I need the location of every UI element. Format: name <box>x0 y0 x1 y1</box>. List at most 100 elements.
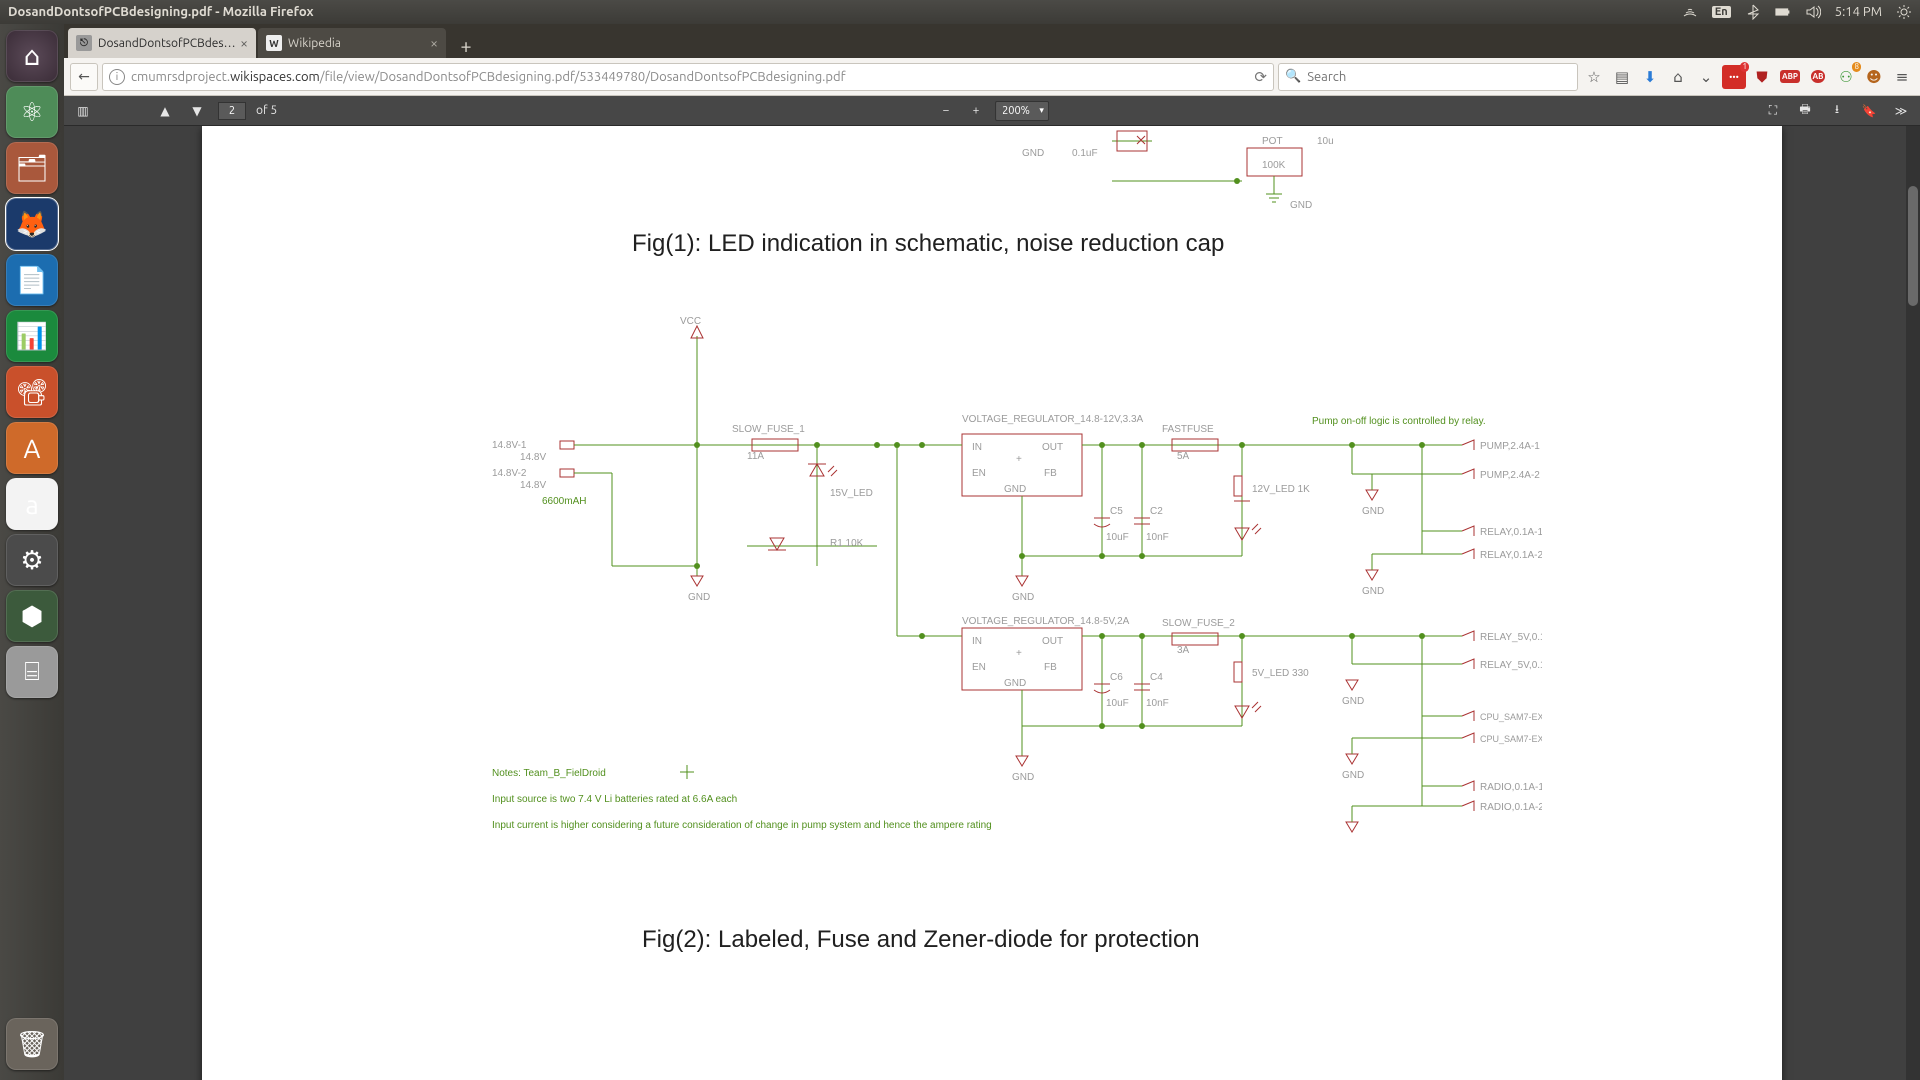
svg-text:14.8V-1: 14.8V-1 <box>492 440 527 451</box>
download-icon[interactable]: ⭳ <box>1826 100 1848 122</box>
page-up-icon[interactable]: ▲ <box>154 100 176 122</box>
presentation-icon[interactable]: ⛶ <box>1762 100 1784 122</box>
svg-text:10nF: 10nF <box>1146 698 1169 709</box>
window-title: DosandDontsofPCBdesigning.pdf - Mozilla … <box>8 5 314 19</box>
zoom-in-icon[interactable]: + <box>965 100 987 122</box>
launcher-calc[interactable]: 📊 <box>6 310 58 362</box>
svg-text:RELAY_5V,0.1A-2: RELAY_5V,0.1A-2 <box>1480 660 1542 671</box>
launcher-impress[interactable]: 📽 <box>6 366 58 418</box>
launcher-trash[interactable]: 🗑 <box>6 1018 58 1070</box>
abp2-icon[interactable]: AB <box>1806 65 1830 89</box>
close-icon[interactable]: × <box>430 35 438 51</box>
sidebar-toggle-icon[interactable]: ▥ <box>72 100 94 122</box>
svg-text:GND: GND <box>1362 506 1384 517</box>
launcher-software[interactable]: A <box>6 422 58 474</box>
schematic-fragment-top: GND 0.1uF POT 100K 10u GND <box>1022 126 1442 216</box>
downloads-icon[interactable]: ⬇ <box>1638 65 1662 89</box>
pocket-icon[interactable]: ⌄ <box>1694 65 1718 89</box>
svg-text:10nF: 10nF <box>1146 532 1169 543</box>
nav-toolbar: ← i cmumrsdproject.wikispaces.com/file/v… <box>64 58 1920 96</box>
volume-icon[interactable] <box>1805 4 1821 20</box>
svg-text:GND: GND <box>1342 770 1364 781</box>
launcher-writer[interactable]: 📄 <box>6 254 58 306</box>
tab-label: Wikipedia <box>288 37 341 50</box>
session-gear-icon[interactable] <box>1896 4 1912 20</box>
svg-text:15V_LED: 15V_LED <box>830 488 873 499</box>
greasemonkey-icon[interactable]: ☻ <box>1862 65 1886 89</box>
bookmark-star-icon[interactable]: ☆ <box>1582 65 1606 89</box>
svg-text:RADIO,0.1A-2: RADIO,0.1A-2 <box>1480 802 1542 813</box>
launcher-files[interactable]: 🗂 <box>6 142 58 194</box>
home-icon[interactable]: ⌂ <box>1666 65 1690 89</box>
site-info-icon[interactable]: i <box>109 69 125 85</box>
launcher-atom[interactable]: ⚛ <box>6 86 58 138</box>
clock[interactable]: 5:14 PM <box>1835 5 1882 19</box>
search-icon: 🔍 <box>1285 69 1301 84</box>
pdf-page: GND 0.1uF POT 100K 10u GND Fig(1): LED i… <box>202 126 1782 1080</box>
svg-text:14.8V: 14.8V <box>520 452 546 463</box>
svg-text:GND: GND <box>1004 678 1026 689</box>
svg-text:5V_LED 330: 5V_LED 330 <box>1252 668 1309 679</box>
network-icon[interactable] <box>1682 4 1698 20</box>
search-input[interactable] <box>1307 70 1571 84</box>
tools-icon[interactable]: ≫ <box>1890 100 1912 122</box>
bookmark-view-icon[interactable]: 🔖 <box>1858 100 1880 122</box>
svg-text:Input current is higher consid: Input current is higher considering a fu… <box>492 820 992 831</box>
svg-text:12V_LED 1K: 12V_LED 1K <box>1252 484 1310 495</box>
keyboard-lang[interactable]: En <box>1712 6 1731 18</box>
lastpass-icon[interactable]: •••1 <box>1722 65 1746 89</box>
tab-wikipedia[interactable]: W Wikipedia × <box>258 28 446 58</box>
battery-icon[interactable] <box>1775 4 1791 20</box>
svg-text:OUT: OUT <box>1042 636 1063 647</box>
svg-text:PUMP,2.4A-1: PUMP,2.4A-1 <box>1480 441 1540 452</box>
svg-text:IN: IN <box>972 636 982 647</box>
svg-text:VOLTAGE_REGULATOR_14.8-12V,3.3: VOLTAGE_REGULATOR_14.8-12V,3.3A <box>962 414 1144 425</box>
abp-icon[interactable]: ABP <box>1778 65 1802 89</box>
svg-text:VOLTAGE_REGULATOR_14.8-5V,2A: VOLTAGE_REGULATOR_14.8-5V,2A <box>962 616 1130 627</box>
launcher-disks[interactable]: ⌸ <box>6 646 58 698</box>
scrollbar-thumb[interactable] <box>1908 186 1918 306</box>
ublock-icon[interactable]: ⛊ <box>1750 65 1774 89</box>
launcher-amazon[interactable]: a <box>6 478 58 530</box>
pdf-favicon-icon: ⎋ <box>76 35 92 51</box>
launcher-node[interactable]: ⬢ <box>6 590 58 642</box>
scrollbar[interactable] <box>1906 126 1920 1080</box>
svg-text:3A: 3A <box>1177 645 1190 656</box>
svg-text:EN: EN <box>972 662 986 673</box>
svg-text:RELAY,0.1A-1: RELAY,0.1A-1 <box>1480 527 1542 538</box>
close-icon[interactable]: × <box>240 35 248 51</box>
launcher-dash[interactable]: ⌂ <box>6 30 58 82</box>
search-bar[interactable]: 🔍 <box>1278 63 1578 91</box>
url-bar[interactable]: i cmumrsdproject.wikispaces.com/file/vie… <box>102 63 1274 91</box>
svg-text:IN: IN <box>972 442 982 453</box>
tab-strip: ⎋ DosandDontsofPCBdes… × W Wikipedia × + <box>64 24 1920 58</box>
hamburger-menu-icon[interactable]: ≡ <box>1890 65 1914 89</box>
reload-icon[interactable]: ⟳ <box>1254 68 1267 86</box>
new-tab-button[interactable]: + <box>452 32 480 58</box>
svg-text:GND: GND <box>1362 586 1384 597</box>
svg-text:Input source is two 7.4 V Li b: Input source is two 7.4 V Li batteries r… <box>492 794 737 805</box>
svg-text:CPU_SAM7-EXT256OLIMEX,0.8A-2: CPU_SAM7-EXT256OLIMEX,0.8A-2 <box>1480 734 1542 744</box>
tab-pdf[interactable]: ⎋ DosandDontsofPCBdes… × <box>68 28 256 58</box>
launcher-settings[interactable]: ⚙ <box>6 534 58 586</box>
zoom-select[interactable]: 200% <box>995 101 1049 121</box>
svg-text:100K: 100K <box>1262 160 1286 171</box>
print-icon[interactable]: 🖶 <box>1794 100 1816 122</box>
bluetooth-icon[interactable] <box>1745 4 1761 20</box>
svg-text:10uF: 10uF <box>1106 698 1129 709</box>
svg-text:14.8V-2: 14.8V-2 <box>492 468 527 479</box>
svg-text:POT: POT <box>1262 136 1283 147</box>
share-icon[interactable]: ⚇8 <box>1834 65 1858 89</box>
zoom-out-icon[interactable]: − <box>935 100 957 122</box>
svg-text:GND: GND <box>1022 148 1044 159</box>
pdf-viewport[interactable]: GND 0.1uF POT 100K 10u GND Fig(1): LED i… <box>64 126 1920 1080</box>
page-down-icon[interactable]: ▼ <box>186 100 208 122</box>
page-number-input[interactable] <box>218 102 246 120</box>
svg-text:C5: C5 <box>1110 506 1123 517</box>
back-button[interactable]: ← <box>70 63 98 91</box>
reading-list-icon[interactable]: ▤ <box>1610 65 1634 89</box>
svg-text:RELAY,0.1A-2: RELAY,0.1A-2 <box>1480 550 1542 561</box>
launcher-firefox[interactable]: 🦊 <box>6 198 58 250</box>
url-prefix: cmumrsdproject. <box>131 70 230 84</box>
svg-text:+: + <box>1016 454 1022 465</box>
